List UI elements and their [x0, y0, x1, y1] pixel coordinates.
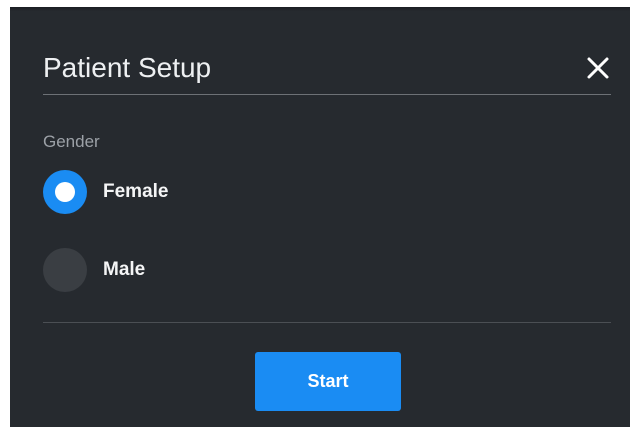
gender-option-male[interactable]: Male — [43, 248, 145, 292]
close-button[interactable] — [582, 52, 614, 84]
male-label: Male — [103, 259, 146, 280]
footer-divider — [43, 322, 611, 323]
gender-option-female[interactable]: Female — [43, 170, 168, 214]
dialog-top-edge — [10, 7, 630, 11]
female-label: Female — [103, 181, 169, 202]
patient-setup-dialog: Patient Setup Gender Female Male Start — [10, 7, 630, 427]
radio-selected-dot — [55, 182, 75, 202]
title-divider — [43, 94, 611, 95]
female-radio[interactable] — [43, 170, 87, 214]
dialog-title: Patient Setup — [43, 52, 212, 83]
start-button[interactable]: Start — [255, 352, 401, 411]
close-icon — [587, 57, 609, 79]
gender-label: Gender — [43, 132, 100, 151]
male-radio[interactable] — [43, 248, 87, 292]
